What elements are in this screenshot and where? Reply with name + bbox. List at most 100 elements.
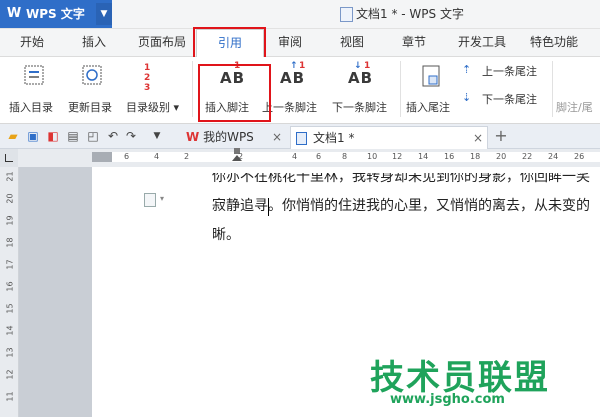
vertical-ruler-number: 15 — [5, 303, 15, 314]
ruler-number: 12 — [392, 152, 403, 161]
next-footnote-label: 下一条脚注 — [332, 101, 387, 114]
watermark-url: www.jsgho.com — [390, 392, 505, 407]
paragraph-line: 晰。 — [212, 227, 240, 243]
window-title: 文档1 * - WPS 文字 — [356, 7, 464, 21]
update-toc-button[interactable]: 更新目录 — [64, 61, 120, 119]
prev-footnote-icon: AB — [280, 69, 306, 87]
footnote-endnote-button[interactable]: 脚注/尾 — [556, 61, 600, 119]
ruler-number: 14 — [418, 152, 429, 161]
insert-toc-icon — [24, 65, 44, 85]
tab-document[interactable]: 文档1 * × — [290, 126, 488, 149]
ruler-number: 4 — [154, 152, 160, 161]
export-pdf-icon[interactable]: ◧ — [46, 129, 60, 143]
ruler-number: 16 — [444, 152, 455, 161]
update-toc-label: 更新目录 — [68, 101, 112, 114]
paragraph-layout-icon[interactable] — [144, 193, 156, 207]
ribbon-separator — [400, 61, 401, 117]
close-icon[interactable]: × — [473, 127, 483, 149]
vertical-ruler-number: 21 — [5, 171, 15, 182]
footnote-endnote-label: 脚注/尾 — [556, 101, 593, 114]
print-preview-icon[interactable]: ◰ — [86, 129, 100, 143]
wps-logo-icon: W — [6, 6, 22, 21]
prev-endnote-icon: ⇡ — [462, 63, 472, 76]
insert-toc-button[interactable]: 插入目录 — [6, 61, 60, 119]
tab-section[interactable]: 章节 — [396, 29, 432, 56]
chevron-down-icon[interactable]: ▾ — [160, 194, 164, 203]
quick-access-bar: ▰ ▣ ◧ ▤ ◰ ↶ ↷ ▼ W 我的WPS × 文档1 * × + — [0, 124, 600, 149]
ruler-number: 2 — [184, 152, 190, 161]
prev-footnote-button[interactable]: ↑ 1 AB 上一条脚注 — [262, 61, 328, 119]
next-endnote-button[interactable]: ⇣ 下一条尾注 — [462, 89, 546, 109]
tab-home[interactable]: 开始 — [14, 29, 50, 56]
vertical-ruler-number: 18 — [5, 237, 15, 248]
ruler-number: 22 — [522, 152, 533, 161]
insert-endnote-button[interactable]: 插入尾注 — [404, 61, 460, 119]
tab-my-wps-label: 我的WPS — [203, 130, 254, 144]
toc-level-icon: 1 2 3 — [144, 63, 151, 93]
next-footnote-button[interactable]: ↓ 1 AB 下一条脚注 — [330, 61, 396, 119]
ruler-number: 8 — [342, 152, 348, 161]
prev-endnote-button[interactable]: ⇡ 上一条尾注 — [462, 61, 546, 81]
ruler-margin — [92, 152, 112, 162]
insert-toc-label: 插入目录 — [9, 101, 53, 114]
vertical-ruler-number: 13 — [5, 347, 15, 358]
vertical-ruler-number: 17 — [5, 259, 15, 270]
new-tab-icon[interactable]: + — [494, 128, 508, 144]
ribbon-separator — [552, 61, 553, 117]
vertical-ruler-number: 19 — [5, 215, 15, 226]
next-endnote-label: 下一条尾注 — [482, 93, 537, 106]
tab-review[interactable]: 审阅 — [272, 29, 308, 56]
tab-insert[interactable]: 插入 — [76, 29, 112, 56]
insert-endnote-icon — [422, 65, 440, 87]
wps-logo-icon: W — [186, 130, 200, 144]
toc-level-button[interactable]: 1 2 3 目录级别 ▾ — [124, 61, 186, 119]
vertical-ruler-number: 14 — [5, 325, 15, 336]
tab-view[interactable]: 视图 — [334, 29, 370, 56]
ribbon-separator — [192, 61, 193, 117]
ribbon-panel: 插入目录 更新目录 1 2 3 目录级别 ▾ 1 AB 插入脚注 ↑ 1 AB … — [0, 57, 600, 124]
ruler-number: 18 — [470, 152, 481, 161]
insert-endnote-label: 插入尾注 — [406, 101, 450, 114]
ruler-number: 6 — [124, 152, 130, 161]
tab-document-label: 文档1 * — [313, 131, 355, 145]
ruler-number: 4 — [292, 152, 298, 161]
customize-dropdown-icon[interactable]: ▼ — [150, 129, 164, 143]
insert-footnote-highlight — [198, 64, 271, 122]
close-icon[interactable]: × — [272, 126, 282, 148]
tab-my-wps[interactable]: W 我的WPS × — [186, 126, 282, 148]
update-toc-icon — [82, 65, 102, 85]
vertical-ruler-number: 20 — [5, 193, 15, 204]
document-icon — [340, 7, 353, 22]
ruler-number: 6 — [316, 152, 322, 161]
tab-stop-icon — [5, 154, 13, 162]
vertical-ruler-number: 11 — [5, 391, 15, 402]
tab-special-features[interactable]: 特色功能 — [524, 29, 584, 56]
undo-icon[interactable]: ↶ — [106, 129, 120, 143]
ruler-number: 2 — [238, 152, 244, 161]
open-folder-icon[interactable]: ▰ — [6, 129, 20, 143]
ruler-number: 24 — [548, 152, 559, 161]
text-cursor — [268, 198, 269, 216]
vertical-ruler-number: 16 — [5, 281, 15, 292]
vertical-ruler-number: 12 — [5, 369, 15, 380]
ruler-corner[interactable] — [0, 149, 18, 167]
ruler-number: 26 — [574, 152, 585, 161]
next-endnote-icon: ⇣ — [462, 91, 472, 104]
redo-icon[interactable]: ↷ — [124, 129, 138, 143]
toc-level-label: 目录级别 ▾ — [126, 101, 180, 114]
tab-page-layout[interactable]: 页面布局 — [132, 29, 192, 56]
ribbon-tab-bar: 开始 插入 页面布局 引用 审阅 视图 章节 开发工具 特色功能 — [0, 29, 600, 58]
save-icon[interactable]: ▣ — [26, 129, 40, 143]
app-menu-dropdown-icon[interactable]: ▼ — [96, 3, 112, 25]
ruler-number: 10 — [367, 152, 378, 161]
references-tab-highlight — [193, 27, 266, 59]
document-icon — [296, 132, 307, 145]
app-name: WPS 文字 — [26, 7, 85, 21]
tab-developer[interactable]: 开发工具 — [452, 29, 512, 56]
app-menu-button[interactable]: W WPS 文字 ▼ — [0, 0, 112, 28]
next-footnote-icon: AB — [348, 69, 374, 87]
title-bar: W WPS 文字 ▼ 文档1 * - WPS 文字 — [0, 0, 600, 29]
prev-endnote-label: 上一条尾注 — [482, 65, 537, 78]
print-icon[interactable]: ▤ — [66, 129, 80, 143]
ruler-number: 20 — [496, 152, 507, 161]
